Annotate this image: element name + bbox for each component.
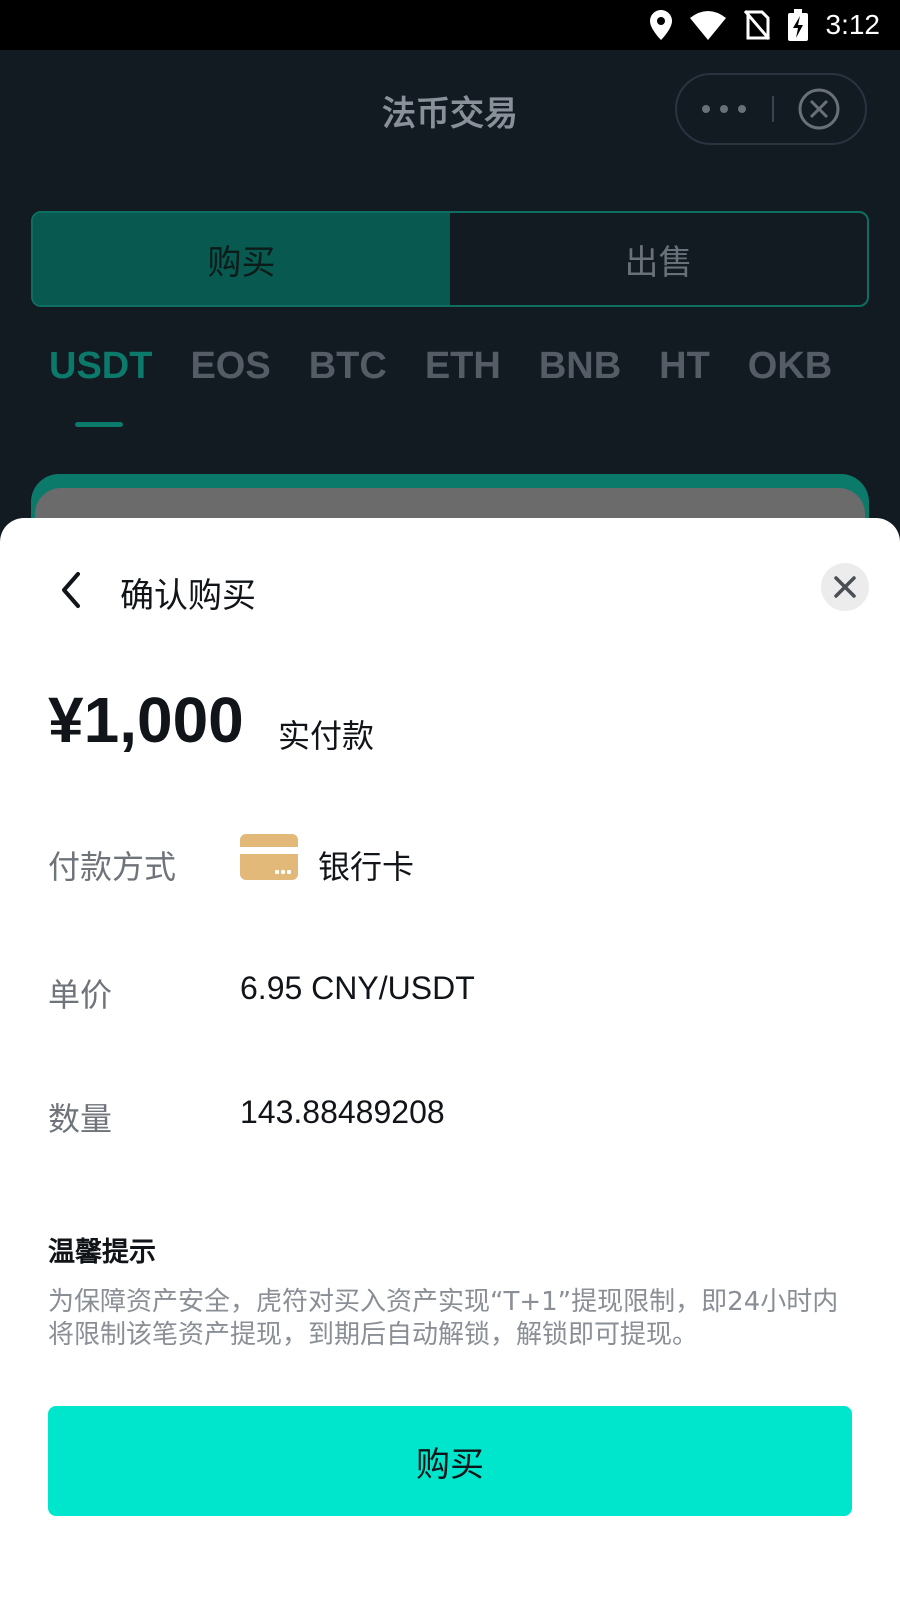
back-icon[interactable]	[56, 570, 86, 610]
close-sheet-button[interactable]	[821, 563, 869, 611]
location-icon	[649, 10, 672, 40]
quantity-row: 数量 143.88489208	[48, 1086, 868, 1146]
wifi-icon	[689, 11, 726, 40]
tab-sell[interactable]: 出售	[450, 213, 867, 305]
coin-tabs: USDT EOS BTC ETH BNB HT OKB	[49, 345, 832, 388]
coin-tab-bnb[interactable]: BNB	[539, 345, 621, 388]
buy-button[interactable]: 购买	[48, 1406, 852, 1516]
tip-title: 温馨提示	[48, 1237, 156, 1268]
quantity-value: 143.88489208	[240, 1094, 445, 1130]
coin-tab-eth[interactable]: ETH	[425, 345, 501, 388]
payment-method-row[interactable]: 付款方式 银行卡	[48, 834, 868, 894]
battery-charging-icon	[787, 9, 808, 41]
quantity-label: 数量	[48, 1100, 113, 1138]
close-mini-program-button[interactable]	[774, 87, 865, 131]
tip-text: 为保障资产安全，虎符对买入资产实现“T+1”提现限制，即24小时内将限制该笔资产…	[48, 1287, 839, 1350]
active-coin-indicator	[75, 422, 123, 427]
status-bar: 3:12	[0, 0, 900, 50]
confirm-purchase-sheet: 确认购买 ¥1,000 实付款 付款方式 银行卡 单价 6.95 CNY/USD…	[0, 518, 900, 1600]
payment-method-label: 付款方式	[48, 848, 177, 886]
no-sim-icon	[743, 10, 770, 40]
unit-price-value: 6.95 CNY/USDT	[240, 970, 475, 1006]
sheet-title: 确认购买	[120, 576, 256, 616]
payment-amount: ¥1,000	[48, 684, 244, 756]
unit-price-label: 单价	[48, 976, 113, 1014]
status-time: 3:12	[825, 9, 881, 40]
status-icons: 3:12	[649, 0, 881, 50]
sheet-header: 确认购买	[0, 518, 900, 658]
tab-buy[interactable]: 购买	[33, 213, 450, 305]
coin-tab-eos[interactable]: EOS	[190, 345, 270, 388]
more-icon	[702, 105, 747, 113]
coin-tab-usdt[interactable]: USDT	[49, 345, 152, 388]
trade-type-toggle: 购买 出售	[31, 211, 869, 307]
unit-price-row: 单价 6.95 CNY/USDT	[48, 962, 868, 1022]
close-icon	[834, 576, 856, 598]
payment-method-value: 银行卡	[318, 849, 415, 885]
bank-card-icon	[240, 834, 298, 880]
close-circle-icon	[798, 88, 840, 130]
payment-amount-label: 实付款	[278, 717, 375, 755]
more-button[interactable]	[677, 104, 772, 114]
mini-program-capsule	[675, 73, 867, 145]
coin-tab-btc[interactable]: BTC	[309, 345, 387, 388]
coin-tab-okb[interactable]: OKB	[748, 345, 832, 388]
coin-tab-ht[interactable]: HT	[659, 345, 710, 388]
